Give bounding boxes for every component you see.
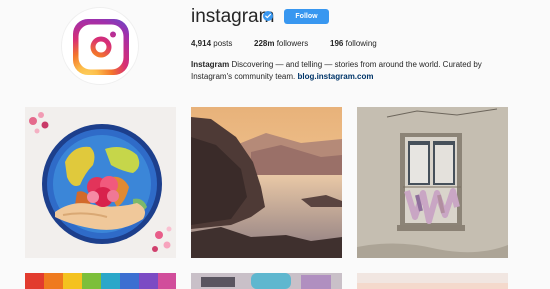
- profile-avatar[interactable]: [61, 7, 139, 85]
- post-tile[interactable]: [25, 107, 176, 258]
- following-stat[interactable]: 196 following: [330, 39, 377, 48]
- post-tile[interactable]: [357, 273, 508, 289]
- post-image: [25, 107, 176, 258]
- followers-label: followers: [276, 39, 309, 48]
- post-image: [357, 107, 508, 258]
- verified-badge-icon: [263, 11, 273, 21]
- post-tile[interactable]: [191, 107, 342, 258]
- post-tile[interactable]: [357, 107, 508, 258]
- bio-name: Instagram: [191, 60, 230, 69]
- following-label: following: [345, 39, 377, 48]
- followers-stat[interactable]: 228m followers: [254, 39, 308, 48]
- post-image: [25, 273, 176, 289]
- profile-bio: Instagram Discovering — and telling — st…: [191, 59, 501, 82]
- follow-button[interactable]: Follow: [284, 9, 329, 24]
- post-tile[interactable]: [191, 273, 342, 289]
- post-image: [191, 107, 342, 258]
- followers-count: 228m: [254, 39, 275, 48]
- post-tile[interactable]: [25, 273, 176, 289]
- post-image: [357, 273, 508, 289]
- bio-link[interactable]: blog.instagram.com: [297, 72, 373, 81]
- posts-stat: 4,914 posts: [191, 39, 232, 48]
- posts-label: posts: [213, 39, 233, 48]
- instagram-logo-icon: [73, 19, 129, 75]
- following-count: 196: [330, 39, 344, 48]
- profile-username: instagram: [191, 6, 275, 27]
- post-image: [191, 273, 342, 289]
- posts-count: 4,914: [191, 39, 212, 48]
